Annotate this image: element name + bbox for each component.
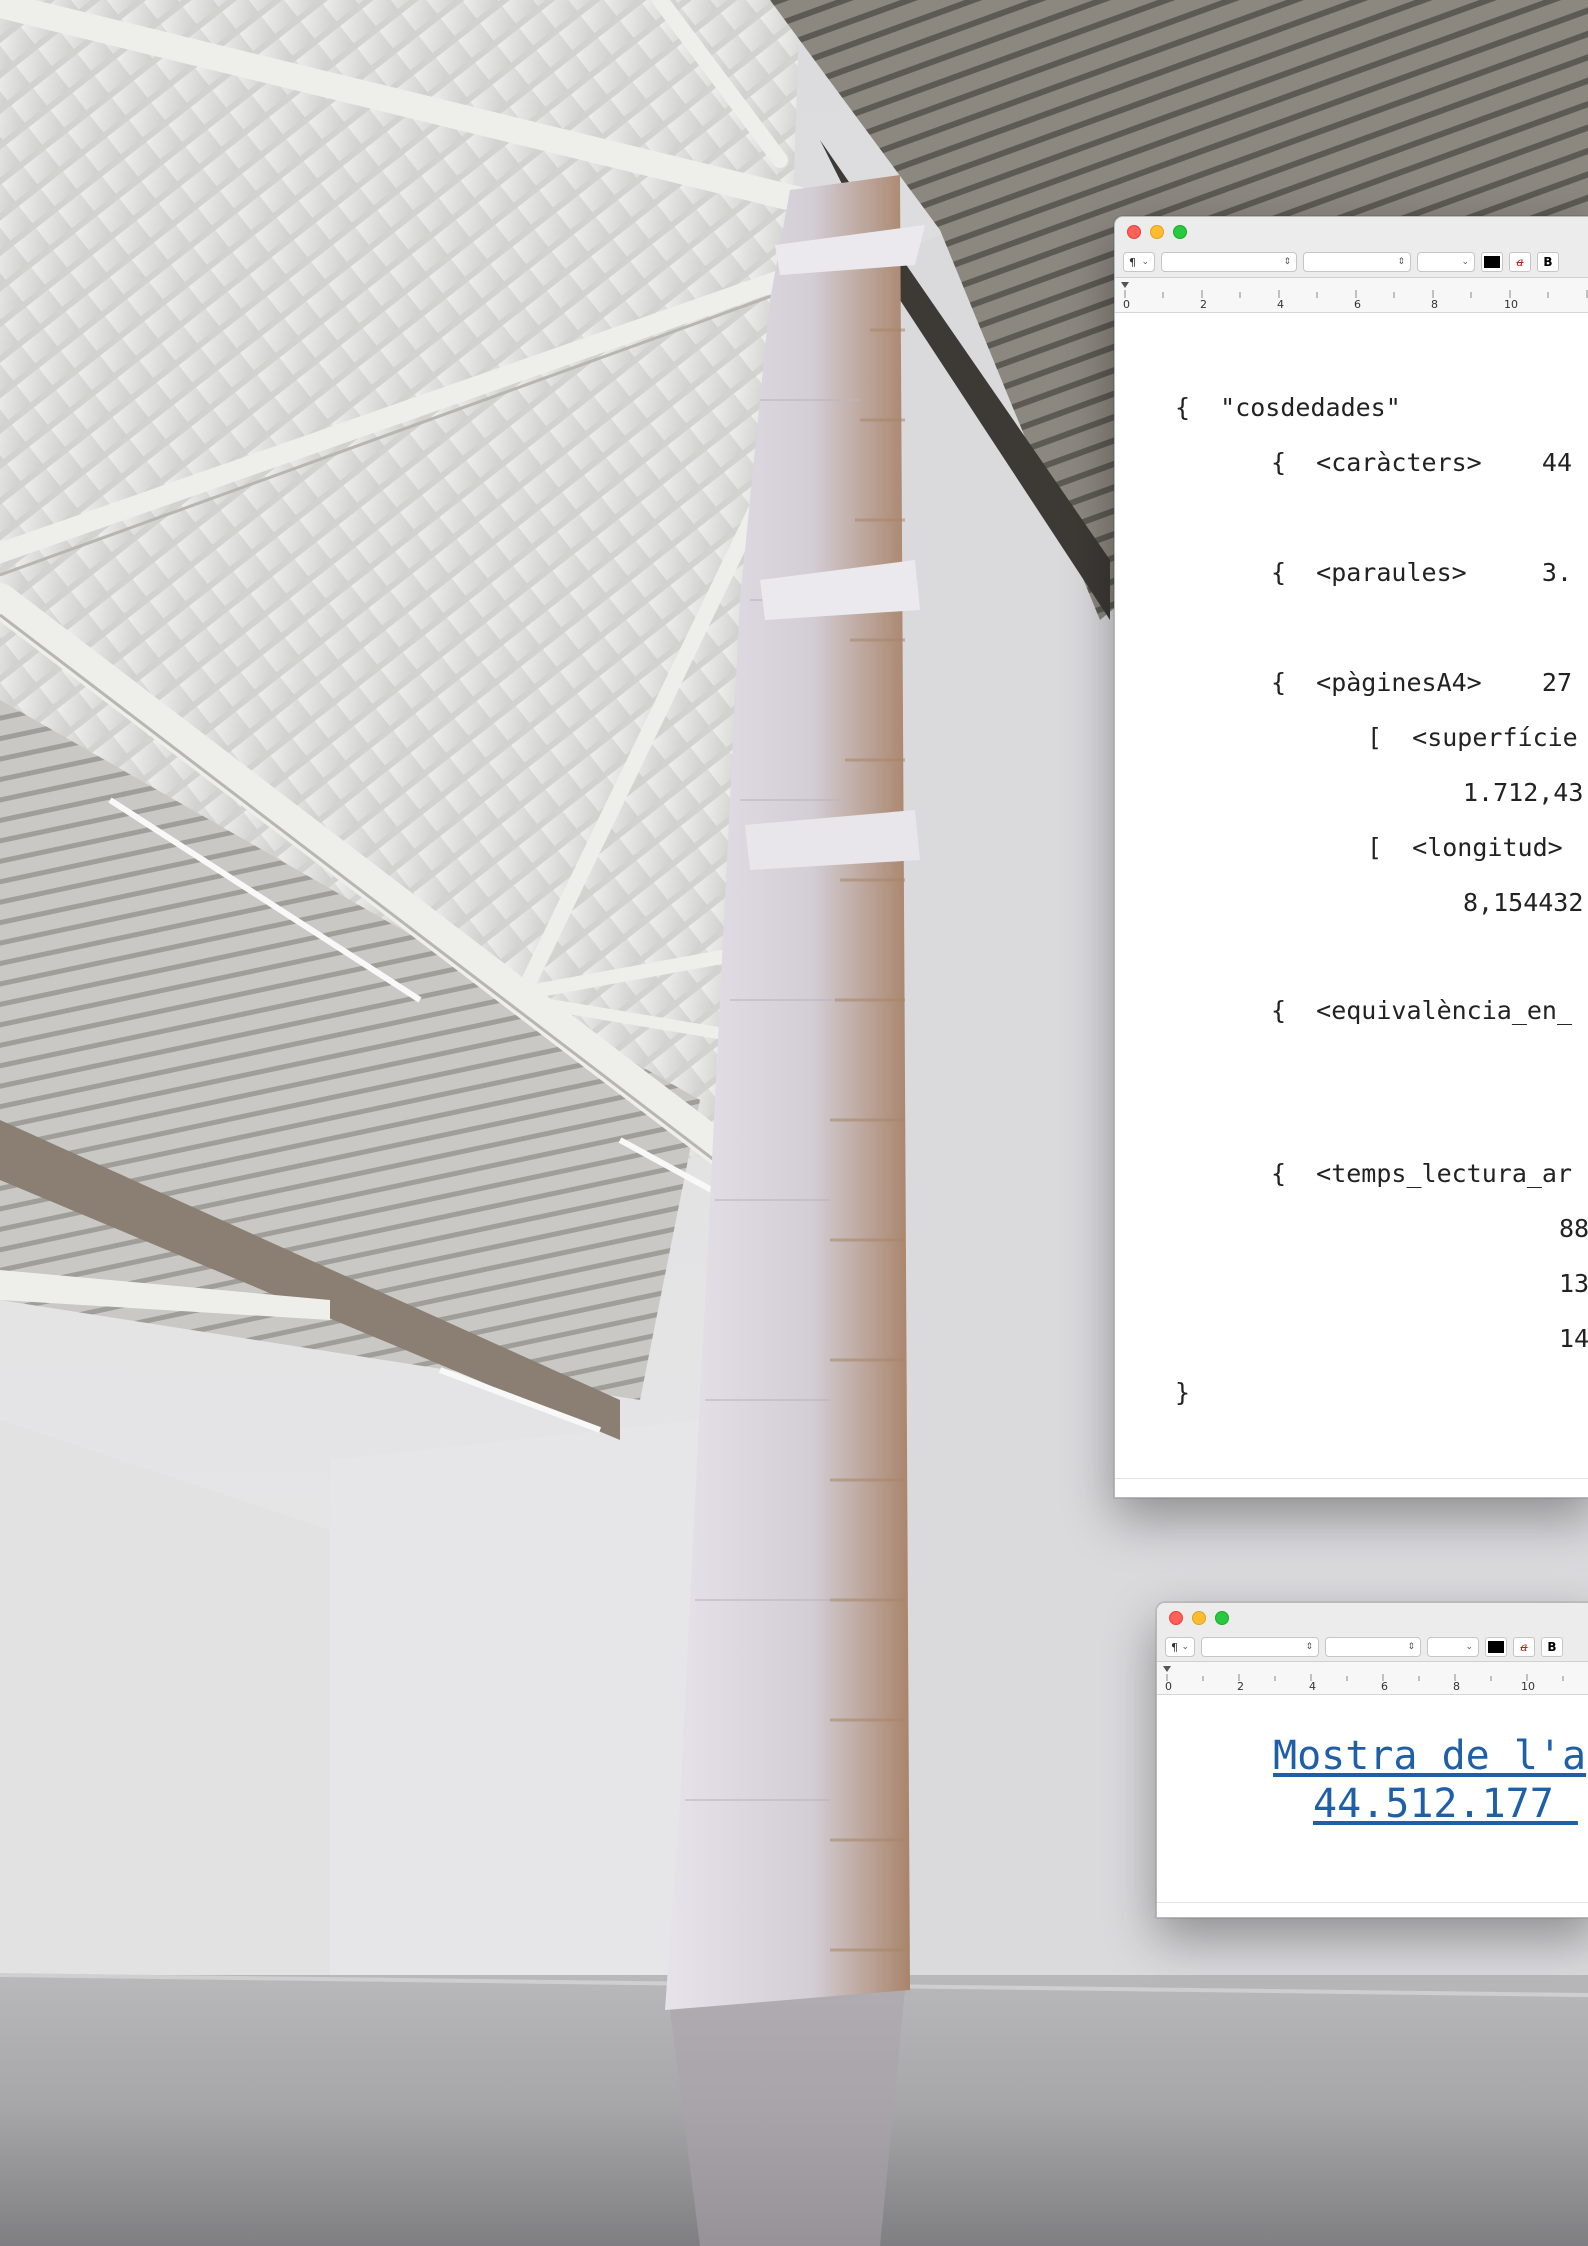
ruler-mark: 0 — [1165, 1680, 1172, 1693]
doc-line: [ <longitud> — [1367, 833, 1563, 862]
ruler-mark: 4 — [1277, 298, 1284, 311]
stepper-icon: ⇕ — [1397, 257, 1405, 267]
chevron-down-icon: ⌄ — [1461, 257, 1469, 267]
title-bar — [1157, 1603, 1588, 1633]
chevron-down-icon: ⌄ — [1465, 1642, 1473, 1652]
stepper-icon: ⇕ — [1407, 1642, 1415, 1652]
doc-line: { <caràcters> 44 — [1271, 448, 1573, 477]
ruler-mark: 0 — [1123, 298, 1130, 311]
bold-button[interactable]: B — [1537, 252, 1559, 272]
archive-sample-link-count[interactable]: 44.512.177 — [1313, 1781, 1578, 1827]
doc-line: [ <superfície — [1367, 723, 1578, 752]
ruler-mark: 4 — [1309, 1680, 1316, 1693]
ruler-mark: 10 — [1521, 1680, 1535, 1693]
ruler-mark: 8 — [1453, 1680, 1460, 1693]
stepper-icon: ⇕ — [1305, 1642, 1313, 1652]
highlight-icon: a — [1520, 1640, 1528, 1654]
textedit-window-main: ¶ ⌄ ⇕ ⇕ ⌄ a B 0 2 4 6 8 10 {"cosdedades… — [1114, 216, 1588, 1498]
paragraph-style-menu[interactable]: ¶ ⌄ — [1165, 1637, 1195, 1657]
font-style-select[interactable]: ⇕ — [1325, 1637, 1421, 1657]
doc-line: 1.712,43 — [1463, 778, 1584, 807]
minimize-button[interactable] — [1192, 1611, 1206, 1625]
archive-sample-link[interactable]: Mostra de l'a — [1273, 1733, 1586, 1779]
doc-line: { <paraules> 3. — [1271, 558, 1573, 587]
doc-line: { <equivalència_en_ — [1271, 996, 1573, 1025]
font-size-select[interactable]: ⌄ — [1417, 252, 1475, 272]
font-size-select[interactable]: ⌄ — [1427, 1637, 1479, 1657]
doc-line: { "cosdedades" — [1175, 393, 1401, 422]
highlight-icon: a — [1516, 255, 1524, 269]
chevron-down-icon: ⌄ — [1181, 1642, 1189, 1652]
doc-line: 88 — [1559, 1214, 1588, 1243]
chevron-down-icon: ⌄ — [1141, 257, 1149, 267]
paragraph-style-menu[interactable]: ¶ ⌄ — [1123, 252, 1155, 272]
doc-line: 8,154432 — [1463, 888, 1584, 917]
close-button[interactable] — [1169, 1611, 1183, 1625]
minimize-button[interactable] — [1150, 225, 1164, 239]
window-bottom-edge — [1157, 1902, 1588, 1917]
ruler-mark: 6 — [1354, 298, 1361, 311]
zoom-button[interactable] — [1215, 1611, 1229, 1625]
stepper-icon: ⇕ — [1283, 257, 1291, 267]
doc-line: 13 — [1559, 1269, 1588, 1298]
font-family-select[interactable]: ⇕ — [1161, 252, 1297, 272]
paragraph-style-label: ¶ — [1129, 255, 1136, 269]
ruler-mark: 6 — [1381, 1680, 1388, 1693]
ruler[interactable]: 0 2 4 6 8 10 — [1157, 1662, 1588, 1695]
font-family-select[interactable]: ⇕ — [1201, 1637, 1319, 1657]
ruler-mark: 8 — [1431, 298, 1438, 311]
format-toolbar: ¶ ⌄ ⇕ ⇕ ⌄ a B — [1115, 247, 1588, 278]
window-bottom-edge — [1115, 1478, 1588, 1497]
bold-button[interactable]: B — [1541, 1637, 1563, 1657]
title-bar — [1115, 217, 1588, 247]
ruler-mark: 2 — [1200, 298, 1207, 311]
font-style-select[interactable]: ⇕ — [1303, 252, 1411, 272]
format-toolbar: ¶ ⌄ ⇕ ⇕ ⌄ a B — [1157, 1633, 1588, 1662]
doc-line: } — [1175, 1378, 1191, 1407]
ruler-mark: 2 — [1237, 1680, 1244, 1693]
text-color-swatch[interactable] — [1485, 1637, 1507, 1657]
highlight-color-swatch[interactable]: a — [1509, 252, 1531, 272]
doc-line: 14 — [1559, 1324, 1588, 1353]
ruler[interactable]: 0 2 4 6 8 10 — [1115, 278, 1588, 313]
close-button[interactable] — [1127, 225, 1141, 239]
textedit-window-link: ¶ ⌄ ⇕ ⇕ ⌄ a B 0 2 4 6 8 10 Mostra de l'a… — [1156, 1602, 1588, 1918]
ruler-mark: 10 — [1504, 298, 1518, 311]
doc-line: { <pàginesA4> 27 — [1271, 668, 1573, 697]
doc-line: { <temps_lectura_ar — [1271, 1159, 1573, 1188]
highlight-color-swatch[interactable]: a — [1513, 1637, 1535, 1657]
paragraph-style-label: ¶ — [1171, 1640, 1178, 1654]
text-color-swatch[interactable] — [1481, 252, 1503, 272]
zoom-button[interactable] — [1173, 225, 1187, 239]
